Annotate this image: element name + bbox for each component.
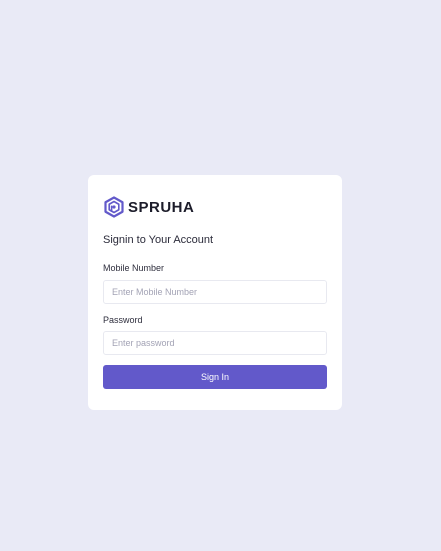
mobile-number-input[interactable]: [103, 280, 327, 304]
password-label: Password: [103, 315, 143, 325]
form-heading: Signin to Your Account: [103, 234, 214, 246]
password-input[interactable]: [103, 331, 327, 355]
mobile-number-label: Mobile Number: [103, 263, 165, 273]
brand: SPRUHA: [103, 196, 194, 218]
hexagon-logo-icon: [103, 196, 125, 218]
brand-name: SPRUHA: [128, 198, 195, 216]
signin-card: SPRUHA Signin to Your Account Mobile Num…: [88, 175, 342, 410]
sign-in-button[interactable]: Sign In: [103, 365, 327, 389]
